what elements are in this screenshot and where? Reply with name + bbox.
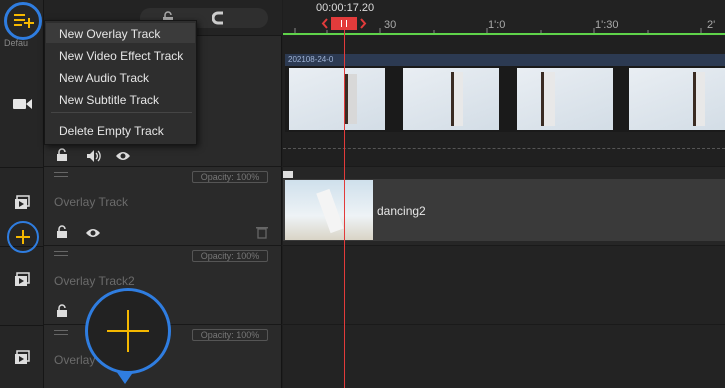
divider: [0, 167, 44, 168]
overlay-icon: [15, 272, 30, 286]
eye-icon[interactable]: [115, 148, 131, 164]
video-clip[interactable]: 202108-24-0: [285, 54, 725, 132]
drag-handle[interactable]: [54, 251, 68, 256]
overlay-lane: [283, 246, 725, 325]
opacity-control[interactable]: Opacity: 100%: [192, 329, 268, 341]
overlay-lane: dancing2: [283, 167, 725, 246]
clip-thumbnail: [285, 180, 373, 240]
overlay-icon: [15, 350, 30, 364]
lock-icon[interactable]: [56, 148, 68, 162]
overlay-lane: [283, 325, 725, 388]
drag-handle[interactable]: [54, 330, 68, 335]
track-name: Overlay Track: [54, 195, 129, 209]
main-video-lane: 202108-24-0: [283, 36, 725, 167]
clip-name: dancing2: [377, 204, 426, 218]
time-ruler[interactable]: 00:00:17.20 30 1':0 1':30 2': [283, 0, 725, 36]
menu-item-new-overlay-track[interactable]: New Overlay Track: [59, 27, 160, 41]
overlay-clip[interactable]: dancing2: [283, 179, 725, 241]
menu-item-new-video-effect-track[interactable]: New Video Effect Track: [59, 49, 183, 63]
ruler-baseline: [283, 33, 725, 35]
timeline: 00:00:17.20 30 1':0 1':30 2' 202108-24-0…: [283, 0, 725, 388]
add-track-menu-button[interactable]: [4, 2, 42, 40]
overlay-icon: [15, 195, 30, 209]
menu-divider: [51, 112, 192, 113]
add-icon: [107, 310, 149, 352]
menu-item-new-audio-track[interactable]: New Audio Track: [59, 71, 149, 85]
editor-root: Defau Opacity: 100% Overlay Track Opacit…: [0, 0, 725, 388]
add-track-menu: New Overlay Track New Video Effect Track…: [44, 20, 197, 145]
clip-label-bar: 202108-24-0: [285, 54, 725, 66]
audio-guide-line: [283, 148, 725, 149]
thumbnail: [629, 68, 725, 130]
add-track-callout: [85, 288, 171, 374]
drag-handle[interactable]: [54, 172, 68, 177]
track-name: Overlay Track2: [54, 274, 135, 288]
add-icon: [16, 230, 30, 244]
overlay-track-header: Opacity: 100% Overlay Track: [44, 167, 282, 246]
menu-item-delete-empty-track[interactable]: Delete Empty Track: [59, 124, 164, 138]
add-track-menu-icon: [14, 14, 34, 28]
header-partial-label: Defau: [4, 38, 29, 48]
clip-label: 202108-24-0: [288, 55, 334, 64]
callout-pointer: [116, 371, 134, 384]
divider: [0, 325, 44, 326]
track-name: Overlay: [54, 353, 96, 367]
grip-icon: [341, 20, 347, 27]
chevron-left-icon[interactable]: [321, 18, 329, 29]
menu-item-new-subtitle-track[interactable]: New Subtitle Track: [59, 93, 159, 107]
add-track-button[interactable]: [7, 221, 39, 253]
eye-icon[interactable]: [85, 225, 101, 241]
track-icon-column: Defau: [0, 0, 44, 388]
timecode: 00:00:17.20: [316, 2, 375, 14]
thumbnail: [403, 68, 499, 130]
lock-icon[interactable]: [56, 304, 68, 318]
audio-icon[interactable]: [86, 148, 102, 164]
opacity-control[interactable]: Opacity: 100%: [192, 171, 268, 183]
opacity-control[interactable]: Opacity: 100%: [192, 250, 268, 262]
lock-icon[interactable]: [56, 225, 68, 239]
image-icon: [283, 171, 293, 178]
magnet-icon[interactable]: [212, 11, 226, 25]
video-icon: [13, 99, 32, 109]
chevron-right-icon[interactable]: [359, 18, 367, 29]
trash-icon[interactable]: [256, 225, 268, 239]
thumbnail: [289, 68, 385, 130]
thumbnail: [517, 68, 613, 130]
playhead-line: [344, 28, 345, 388]
